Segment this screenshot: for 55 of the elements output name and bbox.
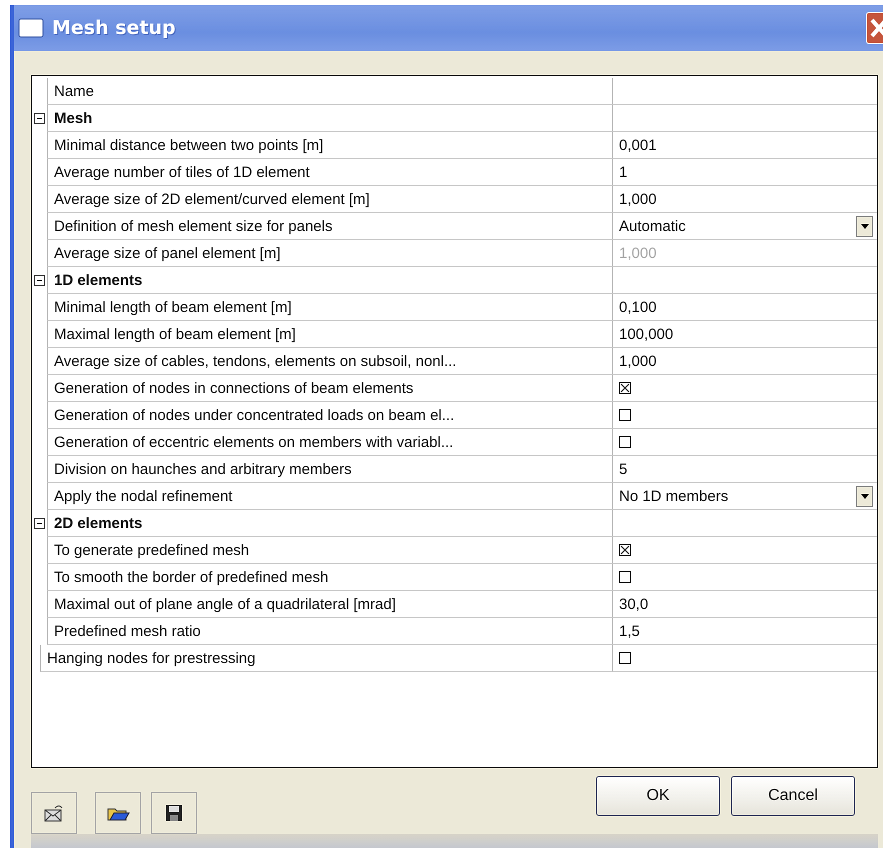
property-label: Generation of eccentric elements on members with variabl... xyxy=(47,429,612,456)
value-cell[interactable]: 5 xyxy=(612,456,877,483)
value-cell[interactable]: 100,000 xyxy=(612,321,877,348)
property-label: Division on haunches and arbitrary members xyxy=(47,456,612,483)
collapse-icon[interactable] xyxy=(34,113,45,124)
close-button[interactable] xyxy=(866,12,883,44)
column-header: Name xyxy=(47,78,612,105)
property-label: Average size of cables, tendons, elements on subsoil, nonl... xyxy=(47,348,612,375)
property-label: Generation of nodes under concentrated loads on beam el... xyxy=(47,402,612,429)
group-heading: Mesh xyxy=(47,105,612,132)
property-label: Average size of panel element [m] xyxy=(47,240,612,267)
checkbox[interactable] xyxy=(619,382,631,394)
folder-icon[interactable] xyxy=(95,792,141,834)
value-cell[interactable]: 1,5 xyxy=(612,618,877,645)
checkbox[interactable] xyxy=(619,571,631,583)
value-cell[interactable]: 1,000 xyxy=(612,186,877,213)
checkbox[interactable] xyxy=(619,652,631,664)
dropdown-arrow-button[interactable] xyxy=(856,486,873,507)
collapse-icon[interactable] xyxy=(34,275,45,286)
group-heading: 1D elements xyxy=(47,267,612,294)
cancel-button[interactable]: Cancel xyxy=(731,776,855,816)
property-label: To smooth the border of predefined mesh xyxy=(47,564,612,591)
window-title: Mesh setup xyxy=(52,17,176,39)
dropdown-field[interactable]: No 1D members xyxy=(612,483,877,510)
value-cell[interactable]: 0,100 xyxy=(612,294,877,321)
property-label: Definition of mesh element size for panels xyxy=(47,213,612,240)
property-label: Hanging nodes for prestressing xyxy=(40,645,612,672)
dropdown-arrow-button[interactable] xyxy=(856,216,873,237)
property-label: Maximal length of beam element [m] xyxy=(47,321,612,348)
value-cell[interactable]: 1 xyxy=(612,159,877,186)
ok-button[interactable]: OK xyxy=(596,776,720,816)
window-icon xyxy=(18,18,44,38)
value-cell[interactable]: 0,001 xyxy=(612,132,877,159)
group-heading: 2D elements xyxy=(47,510,612,537)
property-label: Apply the nodal refinement xyxy=(47,483,612,510)
property-label: Minimal distance between two points [m] xyxy=(47,132,612,159)
caret-down-icon xyxy=(860,224,868,229)
property-label: Generation of nodes in connections of beam elements xyxy=(47,375,612,402)
dropdown-field[interactable]: Automatic xyxy=(612,213,877,240)
property-label: Maximal out of plane angle of a quadrilateral [mrad] xyxy=(47,591,612,618)
property-label: Minimal length of beam element [m] xyxy=(47,294,612,321)
collapse-icon[interactable] xyxy=(34,518,45,529)
checkbox[interactable] xyxy=(619,409,631,421)
save-icon[interactable] xyxy=(151,792,197,834)
checkbox[interactable] xyxy=(619,544,631,556)
value-cell: 1,000 xyxy=(612,240,877,267)
property-label: To generate predefined mesh xyxy=(47,537,612,564)
property-label: Predefined mesh ratio xyxy=(47,618,612,645)
value-cell[interactable]: 30,0 xyxy=(612,591,877,618)
value-cell[interactable]: 1,000 xyxy=(612,348,877,375)
property-label: Average number of tiles of 1D element xyxy=(47,159,612,186)
envelope-icon[interactable] xyxy=(31,792,77,834)
caret-down-icon xyxy=(860,494,868,499)
property-label: Average size of 2D element/curved element [m] xyxy=(47,186,612,213)
checkbox[interactable] xyxy=(619,436,631,448)
